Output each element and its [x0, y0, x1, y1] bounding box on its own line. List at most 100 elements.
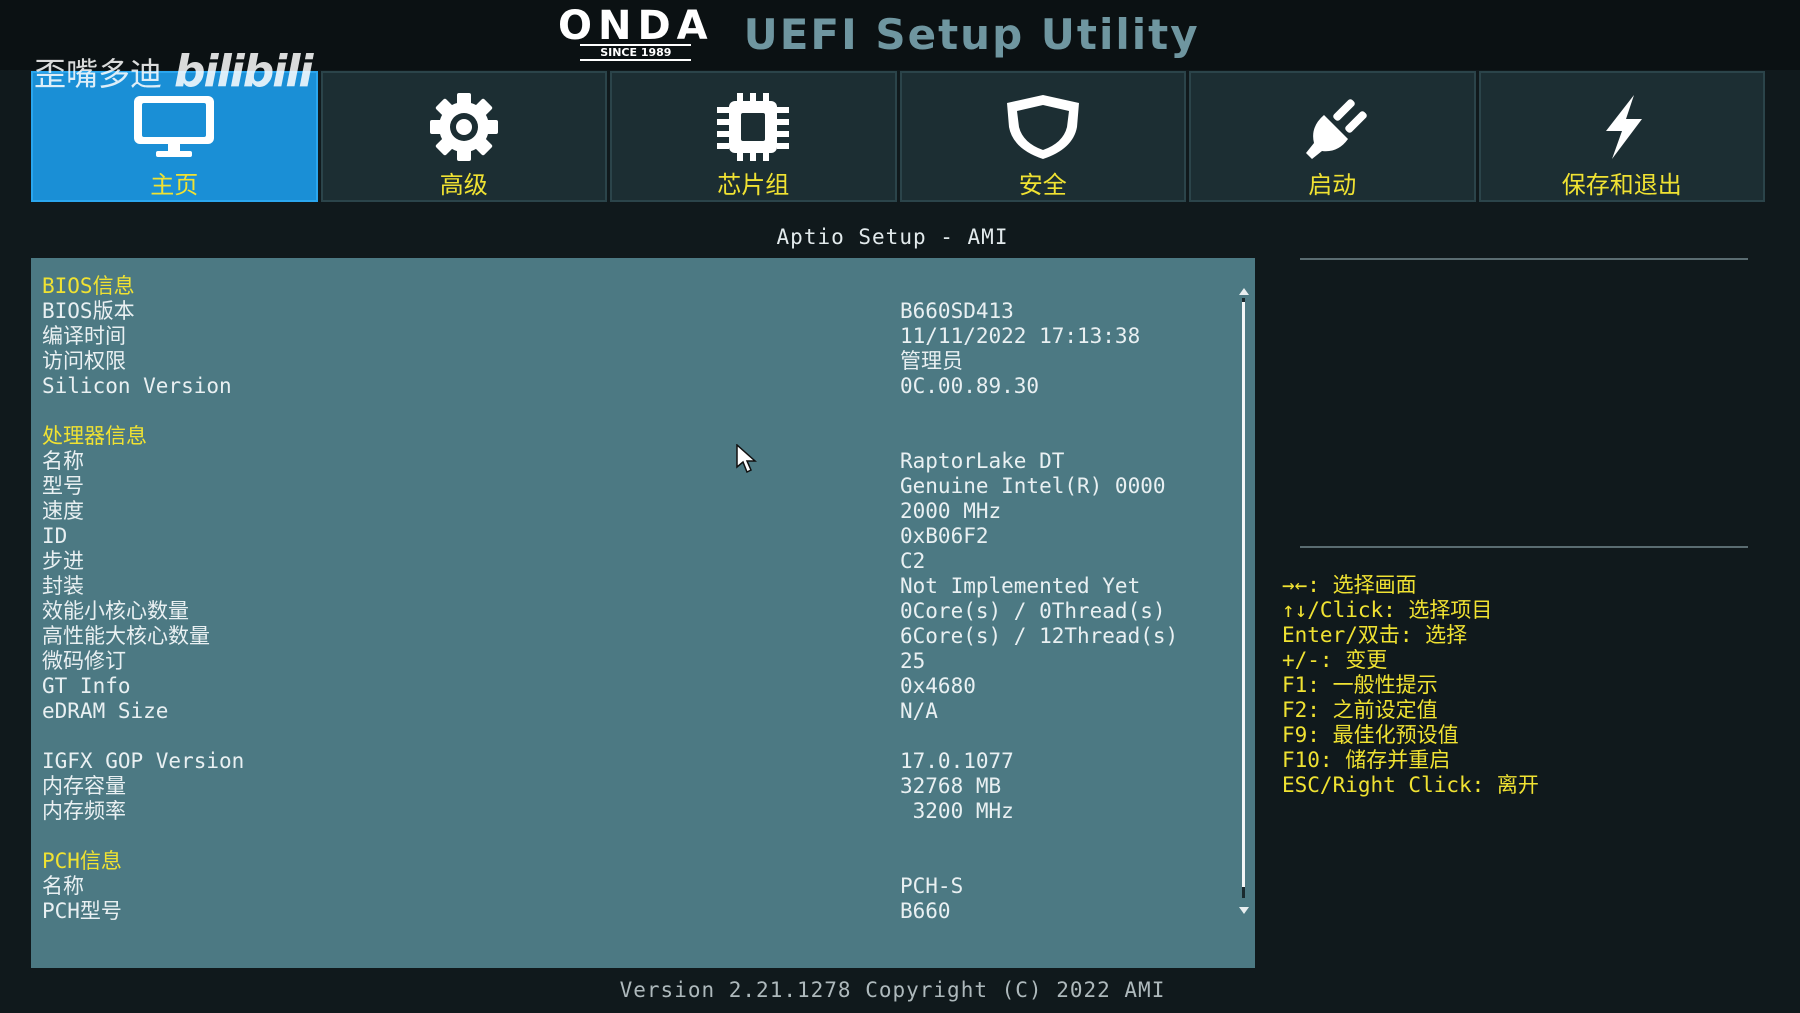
info-row-memory-size: 内存容量 32768 MB: [42, 774, 1222, 799]
key-help-item: ↑↓/Click: 选择项目: [1282, 598, 1493, 622]
info-label: 微码修订: [42, 649, 126, 673]
key-help-item: F2: 之前设定值: [1282, 698, 1438, 722]
chip-icon: [711, 93, 795, 161]
gear-icon: [422, 93, 506, 161]
info-value: 0Core(s) / 0Thread(s): [900, 599, 1166, 623]
info-value: 2000 MHz: [900, 499, 1002, 523]
system-info-panel: BIOS信息 BIOS版本 B660SD413 编译时间 11/11/2022 …: [31, 258, 1255, 968]
info-label: IGFX GOP Version: [42, 749, 245, 773]
info-row-cpu-package: 封装 Not Implemented Yet: [42, 574, 1222, 599]
key-help-item: ESC/Right Click: 离开: [1282, 773, 1539, 797]
info-row-igfx-gop: IGFX GOP Version 17.0.1077: [42, 749, 1222, 774]
info-row-gt-info: GT Info 0x4680: [42, 674, 1222, 699]
section-title: BIOS信息: [42, 274, 135, 298]
info-label: 内存容量: [42, 774, 126, 798]
tab-advanced[interactable]: 高级: [320, 71, 607, 202]
help-divider-bottom: [1300, 546, 1748, 548]
tab-save-exit-label: 保存和退出: [1561, 171, 1682, 199]
info-value: N/A: [900, 699, 938, 723]
info-value: PCH-S: [900, 874, 964, 898]
info-value: Not Implemented Yet: [900, 574, 1141, 598]
watermark-site-logo: bilibili: [174, 46, 313, 97]
watermark-author: 歪嘴多迪: [34, 54, 163, 93]
info-value: B660: [900, 899, 951, 923]
onda-logo-since: SINCE 1989: [580, 43, 692, 61]
info-value: Genuine Intel(R) 0000: [900, 474, 1166, 498]
info-label: Silicon Version: [42, 374, 232, 398]
tab-boot-label: 启动: [1308, 171, 1357, 199]
info-value: 6Core(s) / 12Thread(s): [900, 624, 1179, 648]
info-label: GT Info: [42, 674, 131, 698]
key-help-item: →←: 选择画面: [1282, 573, 1417, 597]
mouse-pointer-icon: [736, 443, 758, 478]
info-row-pch-name: 名称 PCH-S: [42, 874, 1222, 899]
info-value: RaptorLake DT: [900, 449, 1065, 473]
scroll-down-arrow-icon[interactable]: [1239, 907, 1249, 914]
tab-boot[interactable]: 启动: [1189, 71, 1476, 202]
info-value: 0xB06F2: [900, 524, 989, 548]
info-label: 编译时间: [42, 324, 126, 348]
brand: ONDA SINCE 1989 UEFI Setup Utility: [558, 2, 1200, 61]
key-help-item: +/-: 变更: [1282, 648, 1388, 672]
info-value: 0x4680: [900, 674, 976, 698]
tab-advanced-label: 高级: [439, 171, 488, 199]
info-label: BIOS版本: [42, 299, 135, 323]
info-label: 名称: [42, 874, 84, 898]
tab-security-label: 安全: [1018, 171, 1067, 199]
info-label: PCH型号: [42, 899, 122, 923]
shield-icon: [1001, 93, 1085, 161]
video-watermark: 歪嘴多迪 bilibili: [34, 46, 314, 97]
power-plug-icon: [1290, 93, 1374, 161]
scroll-up-arrow-icon[interactable]: [1239, 288, 1249, 295]
info-label: ID: [42, 524, 68, 548]
info-row-silicon-version: Silicon Version 0C.00.89.30: [42, 374, 1222, 399]
info-value: 管理员: [900, 349, 963, 373]
info-label: eDRAM Size: [42, 699, 169, 723]
info-value: B660SD413: [900, 299, 1014, 323]
info-row-memory-frequency: 内存频率 3200 MHz: [42, 799, 1222, 824]
info-row-performance-cores: 高性能大核心数量 6Core(s) / 12Thread(s): [42, 624, 1222, 649]
aptio-subtitle: Aptio Setup - AMI: [776, 225, 1009, 249]
info-value: 25: [900, 649, 926, 673]
info-row-edram-size: eDRAM Size N/A: [42, 699, 1222, 724]
pch-info-header: PCH信息: [42, 849, 1222, 874]
info-value: 17.0.1077: [900, 749, 1014, 773]
info-row-pch-model: PCH型号 B660: [42, 899, 1222, 924]
info-row-build-time: 编译时间 11/11/2022 17:13:38: [42, 324, 1222, 349]
lightning-icon: [1580, 93, 1664, 161]
info-value: C2: [900, 549, 926, 573]
info-label: 型号: [42, 474, 84, 498]
info-label: 访问权限: [42, 349, 126, 373]
help-panel: →←: 选择画面 ↑↓/Click: 选择项目 Enter/双击: 选择 +/-…: [1282, 258, 1762, 968]
section-title: PCH信息: [42, 849, 122, 873]
info-label: 内存频率: [42, 799, 126, 823]
info-value: 3200 MHz: [900, 799, 1014, 823]
tab-save-exit[interactable]: 保存和退出: [1478, 71, 1765, 202]
tab-security[interactable]: 安全: [899, 71, 1186, 202]
info-row-cpu-speed: 速度 2000 MHz: [42, 499, 1222, 524]
info-row-bios-version: BIOS版本 B660SD413: [42, 299, 1222, 324]
info-label: 封装: [42, 574, 84, 598]
key-help-item: F10: 储存并重启: [1282, 748, 1451, 772]
info-label: 名称: [42, 449, 84, 473]
tab-chipset[interactable]: 芯片组: [610, 71, 897, 202]
info-label: 步进: [42, 549, 84, 573]
key-help-item: F9: 最佳化预设值: [1282, 723, 1459, 747]
info-row-cpu-name: 名称 RaptorLake DT: [42, 449, 1222, 474]
cpu-info-header: 处理器信息: [42, 424, 1222, 449]
info-scrollbar[interactable]: [1239, 288, 1249, 914]
info-value: 0C.00.89.30: [900, 374, 1040, 398]
info-label: 效能小核心数量: [42, 599, 189, 623]
info-label: 高性能大核心数量: [42, 624, 210, 648]
info-row-microcode: 微码修订 25: [42, 649, 1222, 674]
version-footer: Version 2.21.1278 Copyright (C) 2022 AMI: [619, 978, 1166, 1002]
utility-title: UEFI Setup Utility: [743, 9, 1200, 59]
scroll-thumb[interactable]: [1242, 302, 1245, 887]
info-row-cpu-id: ID 0xB06F2: [42, 524, 1222, 549]
key-help-list: →←: 选择画面 ↑↓/Click: 选择项目 Enter/双击: 选择 +/-…: [1282, 573, 1539, 798]
info-value: 32768 MB: [900, 774, 1002, 798]
help-divider-top: [1300, 258, 1748, 260]
onda-logo-word: ONDA: [558, 2, 714, 49]
info-row-cpu-model: 型号 Genuine Intel(R) 0000: [42, 474, 1222, 499]
info-label: 速度: [42, 499, 84, 523]
